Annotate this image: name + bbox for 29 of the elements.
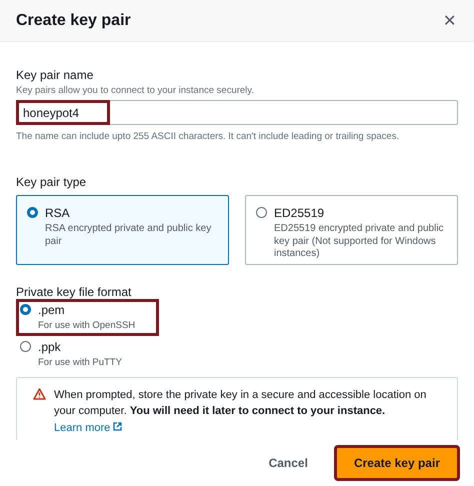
- option-title: .pem: [38, 303, 66, 317]
- option-title: RSA: [45, 206, 71, 220]
- radio-button[interactable]: [20, 304, 31, 315]
- create-button[interactable]: Create key pair: [336, 447, 458, 479]
- option-title: ED25519: [274, 206, 326, 220]
- radio-button[interactable]: [20, 340, 31, 352]
- option-description: RSA encrypted private and public key pair: [45, 223, 212, 248]
- field-label: Key pair name: [16, 68, 94, 82]
- group-label: Private key file format: [16, 285, 132, 299]
- option-description: ED25519 encrypted private and public key pair (Not supported for Windows instances): [274, 223, 445, 260]
- warning-text: When prompted, store the private key in a secure and accessible location on your computer. You will need it later to connect to your instance. Learn more: [54, 388, 428, 436]
- format-option[interactable]: .ppk For use with PuTTY: [16, 336, 146, 373]
- warning-icon: [33, 388, 46, 400]
- external-link-icon: [113, 422, 122, 431]
- close-button[interactable]: ✕: [439, 8, 460, 32]
- radio-button[interactable]: [256, 207, 267, 218]
- format-option[interactable]: .pem For use with OpenSSH: [16, 299, 160, 336]
- learn-more-link[interactable]: Learn more: [54, 422, 122, 434]
- radio-button[interactable]: [27, 207, 38, 218]
- option-description: For use with OpenSSH: [38, 320, 136, 332]
- option-title: .ppk: [38, 340, 62, 354]
- key-type-option[interactable]: RSA RSA encrypted private and public key pair: [16, 195, 229, 265]
- group-label: Key pair type: [16, 175, 88, 189]
- cancel-button[interactable]: Cancel: [254, 450, 322, 476]
- field-description: Key pairs allow you to connect to your instance securely.: [16, 85, 255, 96]
- key-type-option[interactable]: ED25519 ED25519 encrypted private and public key pair (Not supported for Windows instances): [245, 195, 458, 265]
- dialog-title: Create key pair: [16, 12, 131, 30]
- field-hint: The name can include upto 255 ASCII characters. It can't include leading or trailing spaces.: [16, 131, 400, 142]
- option-description: For use with PuTTY: [38, 356, 122, 369]
